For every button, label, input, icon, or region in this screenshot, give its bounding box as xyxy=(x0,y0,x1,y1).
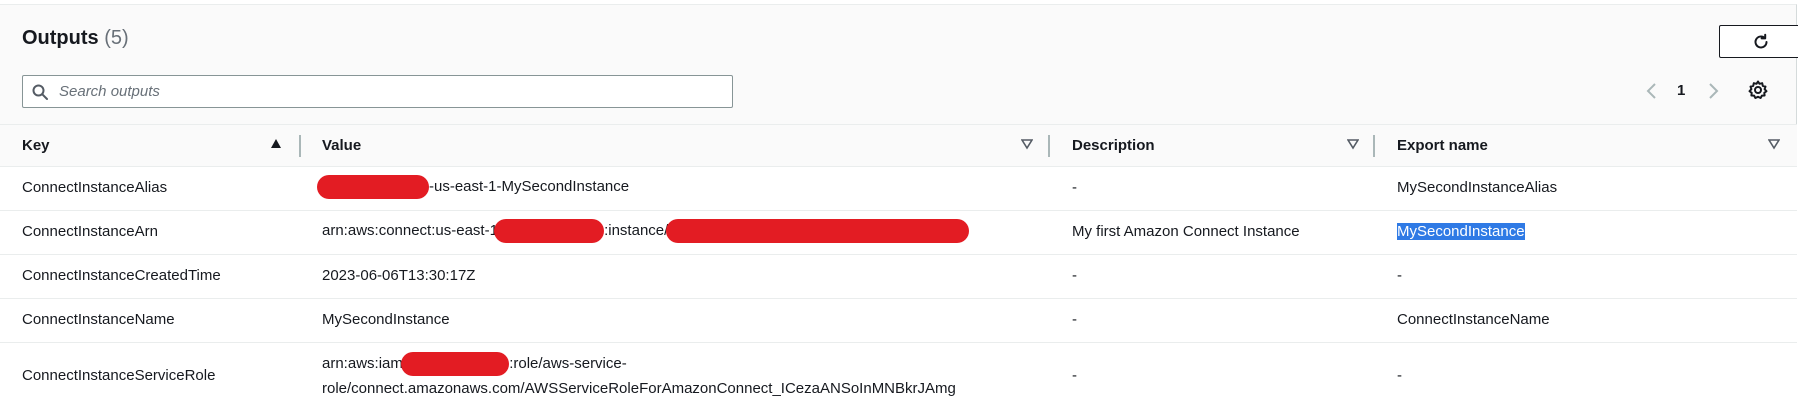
chevron-right-icon[interactable] xyxy=(1706,81,1720,101)
table-row: ConnectInstanceName MySecondInstance - C… xyxy=(0,299,1797,343)
table-header: Key Value Description Export name xyxy=(0,125,1797,167)
value-cell: 2023-06-06T13:30:17Z xyxy=(322,267,476,284)
value-text: arn:aws:connect:us-east-1: xyxy=(322,221,503,239)
column-resizer[interactable] xyxy=(1373,135,1375,157)
description-cell: My first Amazon Connect Instance xyxy=(1072,223,1300,240)
value-cell: -us-east-1-MySecondInstance xyxy=(317,175,629,199)
page-number-button[interactable]: 1 xyxy=(1677,82,1685,99)
key-cell: ConnectInstanceAlias xyxy=(22,179,168,196)
gear-icon[interactable] xyxy=(1748,80,1768,100)
search-input[interactable] xyxy=(59,76,719,107)
value-cell: arn:aws:iam:::role/aws-service- role/con… xyxy=(322,351,956,401)
sort-descending-icon[interactable] xyxy=(1021,138,1033,150)
redaction-mark xyxy=(494,219,605,243)
redaction-mark xyxy=(317,175,429,199)
key-cell: ConnectInstanceServiceRole xyxy=(22,367,216,384)
chevron-left-icon[interactable] xyxy=(1645,81,1659,101)
outputs-table: Key Value Description Export name Connec… xyxy=(0,124,1797,410)
value-text: arn:aws:iam:: xyxy=(322,355,412,372)
redaction-mark xyxy=(666,219,970,243)
export-name-cell: - xyxy=(1397,267,1402,284)
refresh-button[interactable] xyxy=(1719,25,1798,58)
search-box[interactable] xyxy=(22,75,733,108)
column-header-value[interactable]: Value xyxy=(322,125,361,166)
sort-descending-icon[interactable] xyxy=(1768,138,1780,150)
value-cell: arn:aws:connect:us-east-1: :instance/ xyxy=(322,219,970,243)
table-row: ConnectInstanceAlias -us-east-1-MySecond… xyxy=(0,167,1797,211)
value-text: :instance/ xyxy=(604,221,669,239)
sort-ascending-icon[interactable] xyxy=(270,138,282,150)
value-text: -us-east-1-MySecondInstance xyxy=(429,177,630,195)
table-row: ConnectInstanceArn arn:aws:connect:us-ea… xyxy=(0,211,1797,255)
column-resizer[interactable] xyxy=(299,135,301,157)
description-cell: - xyxy=(1072,267,1077,284)
description-cell: - xyxy=(1072,179,1077,196)
column-resizer[interactable] xyxy=(1048,135,1050,157)
key-cell: ConnectInstanceCreatedTime xyxy=(22,267,221,284)
key-cell: ConnectInstanceArn xyxy=(22,223,158,240)
value-cell: MySecondInstance xyxy=(322,311,450,328)
value-line: role/connect.amazonaws.com/AWSServiceRol… xyxy=(322,380,956,398)
sort-descending-icon[interactable] xyxy=(1347,138,1359,150)
column-header-description[interactable]: Description xyxy=(1072,125,1155,166)
export-name-cell: MySecondInstance xyxy=(1397,223,1525,240)
value-line: arn:aws:iam:::role/aws-service- xyxy=(322,351,956,377)
key-cell: ConnectInstanceName xyxy=(22,311,175,328)
export-name-cell: ConnectInstanceName xyxy=(1397,311,1550,328)
selected-text: MySecondInstance xyxy=(1397,223,1525,240)
page-title: Outputs (5) xyxy=(22,27,129,50)
export-name-cell: MySecondInstanceAlias xyxy=(1397,179,1558,196)
column-header-key[interactable]: Key xyxy=(22,125,50,166)
table-row: ConnectInstanceServiceRole arn:aws:iam::… xyxy=(0,343,1797,410)
output-count: (5) xyxy=(104,27,129,49)
description-cell: - xyxy=(1072,311,1077,328)
refresh-icon xyxy=(1754,33,1768,48)
table-row: ConnectInstanceCreatedTime 2023-06-06T13… xyxy=(0,255,1797,299)
export-name-cell: - xyxy=(1397,367,1402,384)
value-text: :role/aws-service- xyxy=(509,355,627,372)
title-text: Outputs xyxy=(22,27,99,49)
redaction-mark xyxy=(401,352,510,377)
column-header-export-name[interactable]: Export name xyxy=(1397,125,1488,166)
description-cell: - xyxy=(1072,367,1077,384)
search-icon xyxy=(32,84,48,100)
